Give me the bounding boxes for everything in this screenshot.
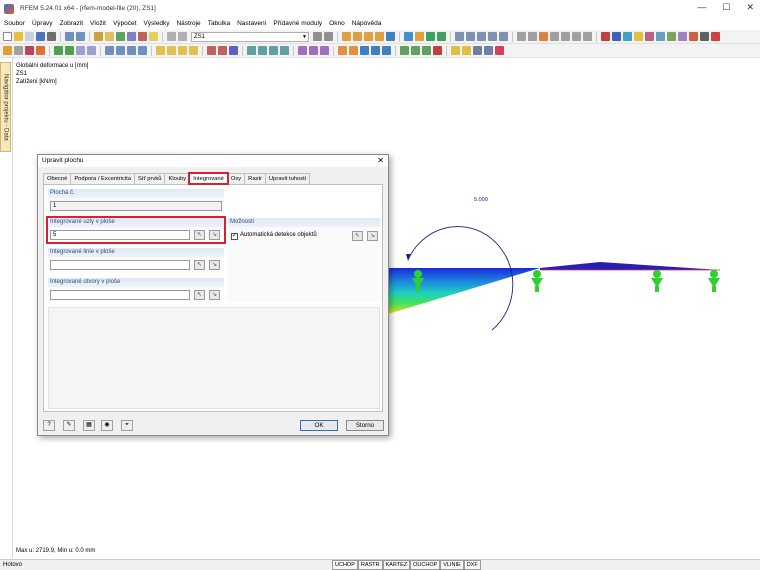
tab-osy[interactable]: Osy [226, 173, 246, 184]
units-icon[interactable]: ▦ [83, 420, 95, 431]
dialog-close-icon[interactable]: ✕ [377, 155, 384, 167]
tab-rastr[interactable]: Rastr [244, 173, 266, 184]
options-label: Možnosti [228, 218, 380, 227]
view-eye-icon[interactable]: ◉ [101, 420, 113, 431]
tab-klouby[interactable]: Klouby [164, 173, 191, 184]
tab-obecne[interactable]: Obecné [43, 173, 72, 184]
pick-object-icon[interactable]: ⌖ [121, 420, 133, 431]
status-text: Hotovo [3, 562, 23, 568]
toggle-uchop[interactable]: UCHOP [332, 560, 358, 570]
help-icon[interactable]: ? [43, 420, 55, 431]
auto-detect-label: Automatická detekce objektů [240, 232, 317, 238]
detect-pick-icon[interactable]: ↖ [352, 231, 363, 241]
toggle-rastr[interactable]: RASTR [357, 560, 383, 570]
toggle-vlinie[interactable]: VLINIE [440, 560, 464, 570]
status-bar: Hotovo UCHOP RASTR KARTEZ OUCHOP VLINIE … [0, 559, 760, 570]
integrated-panel: Plocha č. 1 Integrované uzly v ploše 5 ↖… [43, 184, 383, 412]
dialog-title: Upravit plochu [42, 157, 84, 164]
integrated-lines-label: Integrované linie v ploše [48, 248, 224, 257]
pick-openings-icon[interactable]: ↖ [194, 290, 205, 300]
moment-value-label: 5.000 [474, 197, 488, 203]
tab-integrovane[interactable]: Integrované [188, 172, 229, 185]
integrated-lines-group: Integrované linie v ploše ↖ ↘ [48, 248, 224, 272]
deformed-surface [540, 262, 720, 270]
select-lines-list-icon[interactable]: ↘ [209, 260, 220, 270]
nodal-support-3 [651, 270, 663, 292]
cancel-button[interactable]: Storno [346, 420, 384, 431]
options-group: Možnosti ✓ Automatická detekce objektů ↖… [228, 218, 380, 302]
detect-list-icon[interactable]: ↘ [367, 231, 378, 241]
edit-icon[interactable]: ✎ [63, 420, 75, 431]
dialog-tabs: Obecné Podpora / Excentricita Síť prvků … [43, 172, 311, 185]
edit-surface-dialog: Upravit plochu ✕ Obecné Podpora / Excent… [37, 154, 389, 436]
integrated-lines-input[interactable] [50, 260, 190, 270]
ok-button[interactable]: OK [300, 420, 338, 431]
nodes-highlight-frame [46, 216, 226, 244]
tab-podpora-excentricita[interactable]: Podpora / Excentricita [70, 173, 136, 184]
surface-number-group: Plocha č. 1 [48, 189, 224, 213]
tab-upravit-tuhosti[interactable]: Upravit tuhosti [265, 173, 311, 184]
tab-sit-prvku[interactable]: Síť prvků [134, 173, 166, 184]
nodal-support-4 [708, 270, 720, 292]
dialog-title-bar: Upravit plochu ✕ [38, 155, 388, 167]
toggle-ouchop[interactable]: OUCHOP [410, 560, 441, 570]
empty-info-area [48, 307, 380, 409]
nodal-support-2 [531, 270, 543, 292]
select-openings-list-icon[interactable]: ↘ [209, 290, 220, 300]
deformation-contour [388, 268, 540, 314]
toggle-kartez[interactable]: KARTEZ [382, 560, 411, 570]
integrated-openings-label: Integrované otvory v ploše [48, 278, 224, 287]
integrated-openings-group: Integrované otvory v ploše ↖ ↘ [48, 278, 224, 302]
toggle-dxf[interactable]: DXF [463, 560, 481, 570]
min-max-info: Max u: 2719.9, Min u: 0.0 mm [16, 548, 96, 554]
surface-number-label: Plocha č. [48, 189, 224, 198]
integrated-openings-input[interactable] [50, 290, 190, 300]
surface-number-field: 1 [50, 201, 222, 211]
auto-detect-checkbox[interactable]: ✓ [231, 233, 238, 240]
pick-lines-icon[interactable]: ↖ [194, 260, 205, 270]
